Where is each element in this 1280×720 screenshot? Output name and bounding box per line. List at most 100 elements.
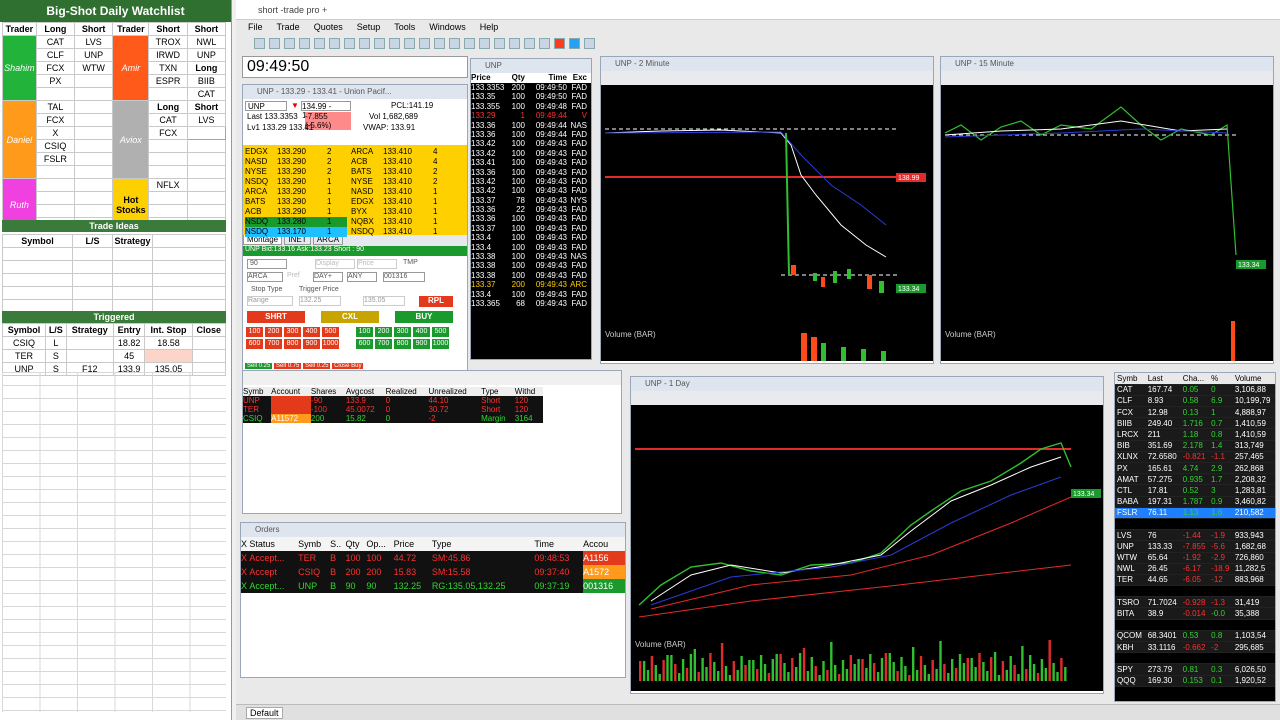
cell[interactable] [148,191,188,205]
size-button-buy[interactable]: 200 [375,327,392,337]
trigger-input-2[interactable]: 135.05 [363,296,405,306]
size-button-sell[interactable]: 700 [265,339,282,349]
cancel-order-icon[interactable]: X [241,565,249,579]
size-button-sell[interactable]: 100 [246,327,263,337]
cell[interactable] [72,286,113,300]
cell[interactable]: 0 [386,396,429,405]
quick-button[interactable]: Close Buy [332,363,364,369]
cell[interactable]: 133.9 [346,396,386,405]
ask-row[interactable]: NYSE 133.410 2 [351,177,455,187]
cell[interactable] [73,178,114,192]
cell[interactable] [72,247,113,261]
toolbar-icon[interactable] [434,38,445,50]
cell[interactable] [35,87,75,101]
size-button-buy[interactable]: 300 [394,327,411,337]
cell[interactable] [152,260,226,274]
ask-row[interactable]: NASD 133.410 1 [351,187,455,197]
symbol-input[interactable]: UNP [245,101,287,111]
cell[interactable]: NWL [186,35,227,49]
watchlist-row[interactable]: LVS 76 -1.44 -1.9 933,943 [1115,529,1275,542]
cell[interactable] [186,204,227,218]
cell[interactable] [35,165,75,179]
cell[interactable] [73,165,114,179]
toolbar-icon[interactable] [419,38,430,50]
menu-windows[interactable]: Windows [429,22,466,32]
cell[interactable] [148,87,188,101]
cell[interactable] [186,126,227,140]
cell[interactable]: S [45,349,67,363]
watchlist-row[interactable] [1115,585,1275,598]
cell[interactable] [72,273,113,287]
cell[interactable]: LVS [73,35,114,49]
cell[interactable]: -100 [311,405,346,414]
watchlist-row[interactable]: QCOM 68.3401 0.53 0.8 1,103,54 [1115,630,1275,643]
cell[interactable] [186,139,227,153]
ask-row[interactable]: ACB 133.410 4 [351,157,455,167]
cell[interactable]: FCX [148,126,188,140]
cell[interactable] [73,204,114,218]
quantity-input[interactable]: 90 [247,259,287,269]
cell[interactable]: WTW [73,61,114,75]
cell[interactable] [186,152,227,166]
cell[interactable]: 44.10 [428,396,481,405]
bid-row[interactable]: EDGX 133.290 2 [245,147,347,157]
cancel-order-icon[interactable]: X [241,579,249,593]
toolbar-icon[interactable] [539,38,550,50]
watchlist-row[interactable]: LRCX 211 1.18 0.8 1,410,59 [1115,428,1275,441]
cell[interactable]: Short [186,100,227,114]
cell[interactable] [73,152,114,166]
cell[interactable]: Short [481,396,515,405]
size-button-buy[interactable]: 400 [413,327,430,337]
cell[interactable] [186,178,227,192]
cell[interactable] [73,100,114,114]
cell[interactable] [73,191,114,205]
size-button-sell[interactable]: 200 [265,327,282,337]
tab-default[interactable]: Default [246,707,283,719]
short-button[interactable]: SHRT [247,311,305,323]
cell[interactable] [186,165,227,179]
cell[interactable] [2,247,73,261]
watchlist-row[interactable]: BITA 38.9 -0.014 -0.0 35,388 [1115,607,1275,620]
cell[interactable]: 18.82 [112,336,146,350]
size-button-sell[interactable]: 500 [322,327,339,337]
quick-button[interactable]: Sell 0.25 [303,363,331,369]
cell[interactable]: 3164 [515,414,543,423]
cell[interactable]: FSLR [35,152,75,166]
cell[interactable]: UNP [186,48,227,62]
bid-row[interactable]: NYSE 133.290 2 [245,167,347,177]
cell[interactable]: CSIQ [35,139,75,153]
cell[interactable]: LVS [186,113,227,127]
ask-row[interactable]: BYX 133.410 1 [351,207,455,217]
watchlist-row[interactable]: WTW 65.64 -1.92 -2.9 726,860 [1115,552,1275,564]
cell[interactable]: CAT [186,87,227,101]
menu-setup[interactable]: Setup [357,22,381,32]
cell[interactable] [112,286,153,300]
toolbar-icon[interactable] [449,38,460,50]
toolbar-icon[interactable] [479,38,490,50]
cell[interactable] [191,349,227,363]
watchlist-row[interactable] [1115,652,1275,665]
cell[interactable]: -90 [311,396,346,405]
cell[interactable] [271,405,311,414]
cell[interactable] [148,204,188,218]
watchlist-row[interactable]: CLF 8.93 0.58 6.9 10,199,79 [1115,395,1275,408]
watchlist-row[interactable] [1115,619,1275,631]
cell[interactable]: L [45,336,67,350]
size-button-buy[interactable]: 100 [356,327,373,337]
size-button-sell[interactable]: 600 [246,339,263,349]
watchlist-row[interactable]: BIIB 249.40 1.716 0.7 1,410,59 [1115,417,1275,430]
bid-row[interactable]: NSDQ 133.280 1 [245,217,347,227]
cell[interactable] [2,273,73,287]
cell[interactable]: -2 [428,414,481,423]
menu-quotes[interactable]: Quotes [314,22,343,32]
cell[interactable] [73,74,114,88]
cell[interactable]: TER [243,405,271,414]
cell[interactable]: CSIQ [1,336,47,350]
size-button-buy[interactable]: 1000 [432,339,449,349]
cell[interactable]: CAT [148,113,188,127]
cell[interactable]: Long [186,61,227,75]
watchlist-row[interactable]: QQQ 169.30 0.153 0.1 1,920,52 [1115,675,1275,687]
cell[interactable]: TER [1,349,47,363]
size-button-sell[interactable]: 1000 [322,339,339,349]
menu-tools[interactable]: Tools [394,22,415,32]
